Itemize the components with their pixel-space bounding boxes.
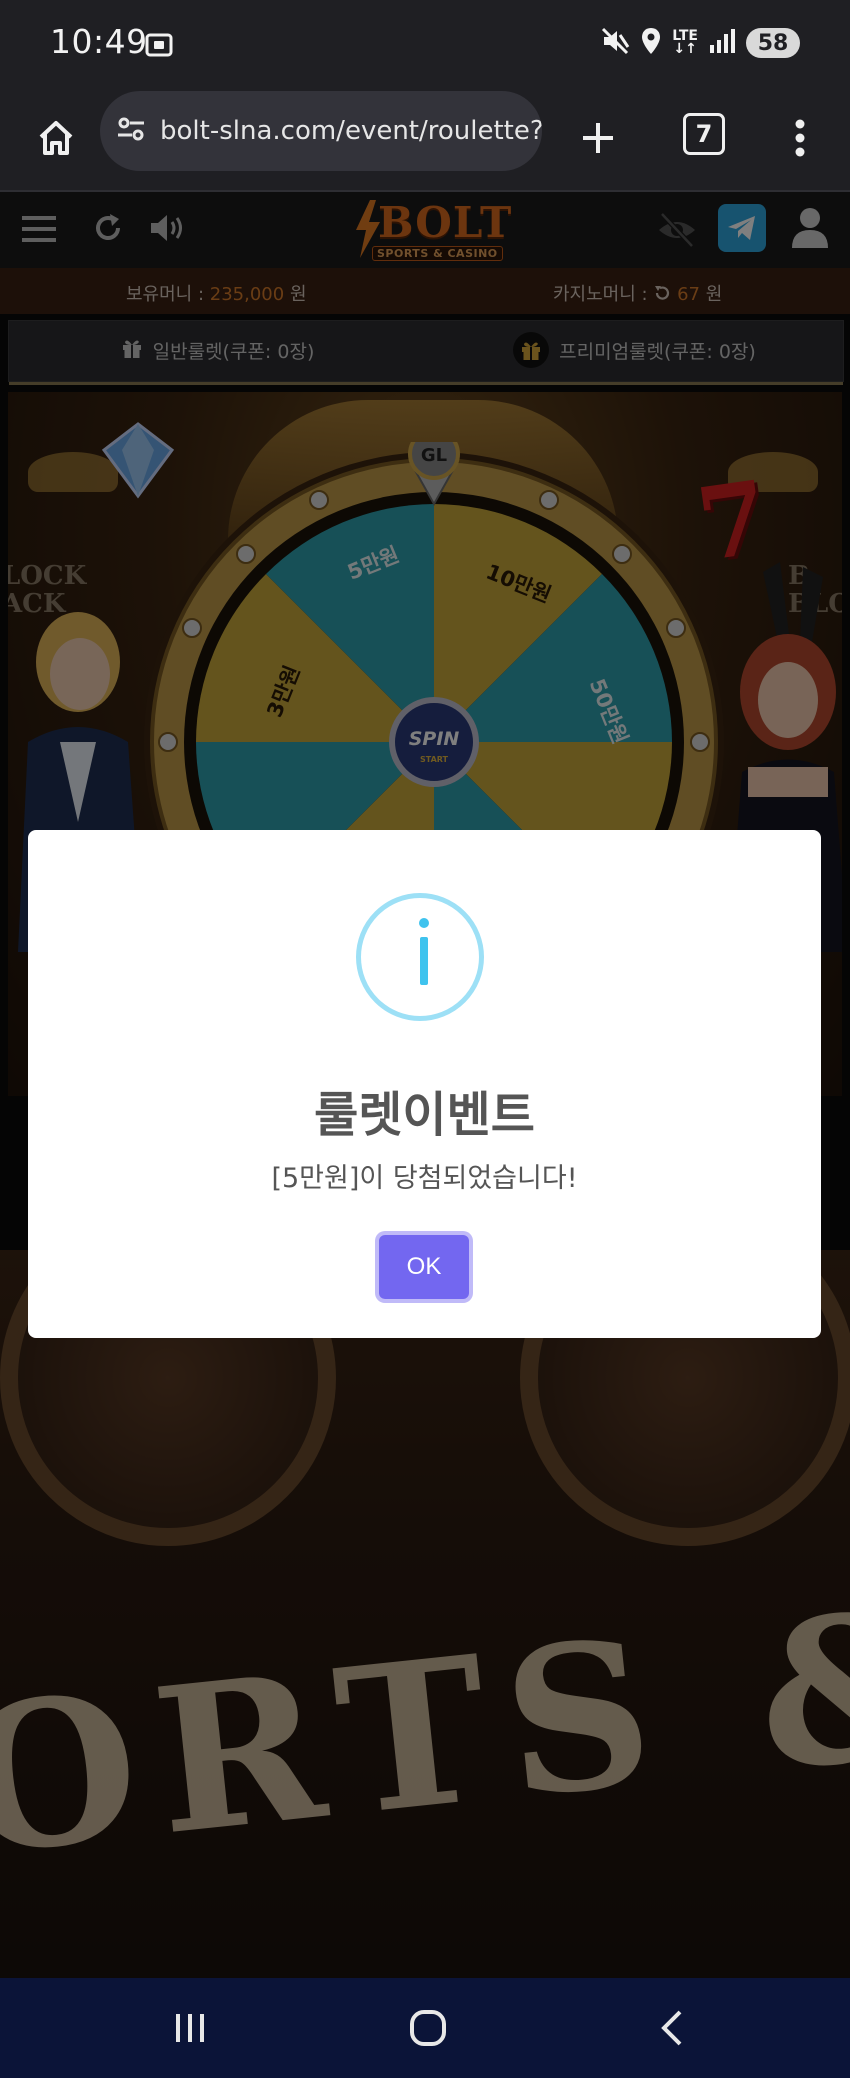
dialog-message: [5만원]이 당첨되었습니다! (271, 1163, 578, 1194)
more-vert-icon (795, 119, 805, 157)
address-bar[interactable]: bolt-slna.com/event/roulette?r (100, 91, 542, 171)
status-icons: LTE ↓↑ 58 (600, 26, 800, 60)
plus-icon (583, 123, 613, 153)
new-tab-button[interactable] (570, 110, 626, 166)
home-circle-icon[interactable] (408, 2006, 448, 2054)
info-icon (356, 893, 484, 1021)
url-text: bolt-slna.com/event/roulette?r (160, 116, 542, 146)
tab-switcher-button[interactable]: 7 (683, 113, 725, 155)
browser-home-button[interactable] (28, 110, 84, 166)
status-bar: 10:49 LTE ↓↑ 58 (0, 0, 850, 90)
home-icon (39, 121, 73, 155)
signal-icon (708, 27, 736, 59)
screenshot-icon (144, 30, 174, 64)
system-navigation-bar (0, 1978, 850, 2078)
back-icon[interactable] (652, 2008, 692, 2052)
browser-menu-button[interactable] (780, 110, 820, 166)
status-time: 10:49 (50, 22, 148, 61)
alert-dialog: 룰렛이벤트 [5만원]이 당첨되었습니다! OK (28, 830, 821, 1338)
info-icon-bar (420, 937, 428, 985)
recent-apps-icon[interactable] (170, 2008, 210, 2052)
battery-indicator: 58 (746, 28, 800, 58)
network-label: LTE ↓↑ (672, 28, 698, 57)
dialog-title: 룰렛이벤트 (314, 1087, 535, 1143)
ok-button[interactable]: OK (379, 1235, 469, 1299)
info-icon-dot (419, 918, 429, 928)
browser-toolbar: bolt-slna.com/event/roulette?r 7 (0, 90, 850, 192)
location-icon (640, 26, 662, 60)
site-settings-icon[interactable] (116, 114, 146, 148)
mute-icon (600, 26, 630, 60)
